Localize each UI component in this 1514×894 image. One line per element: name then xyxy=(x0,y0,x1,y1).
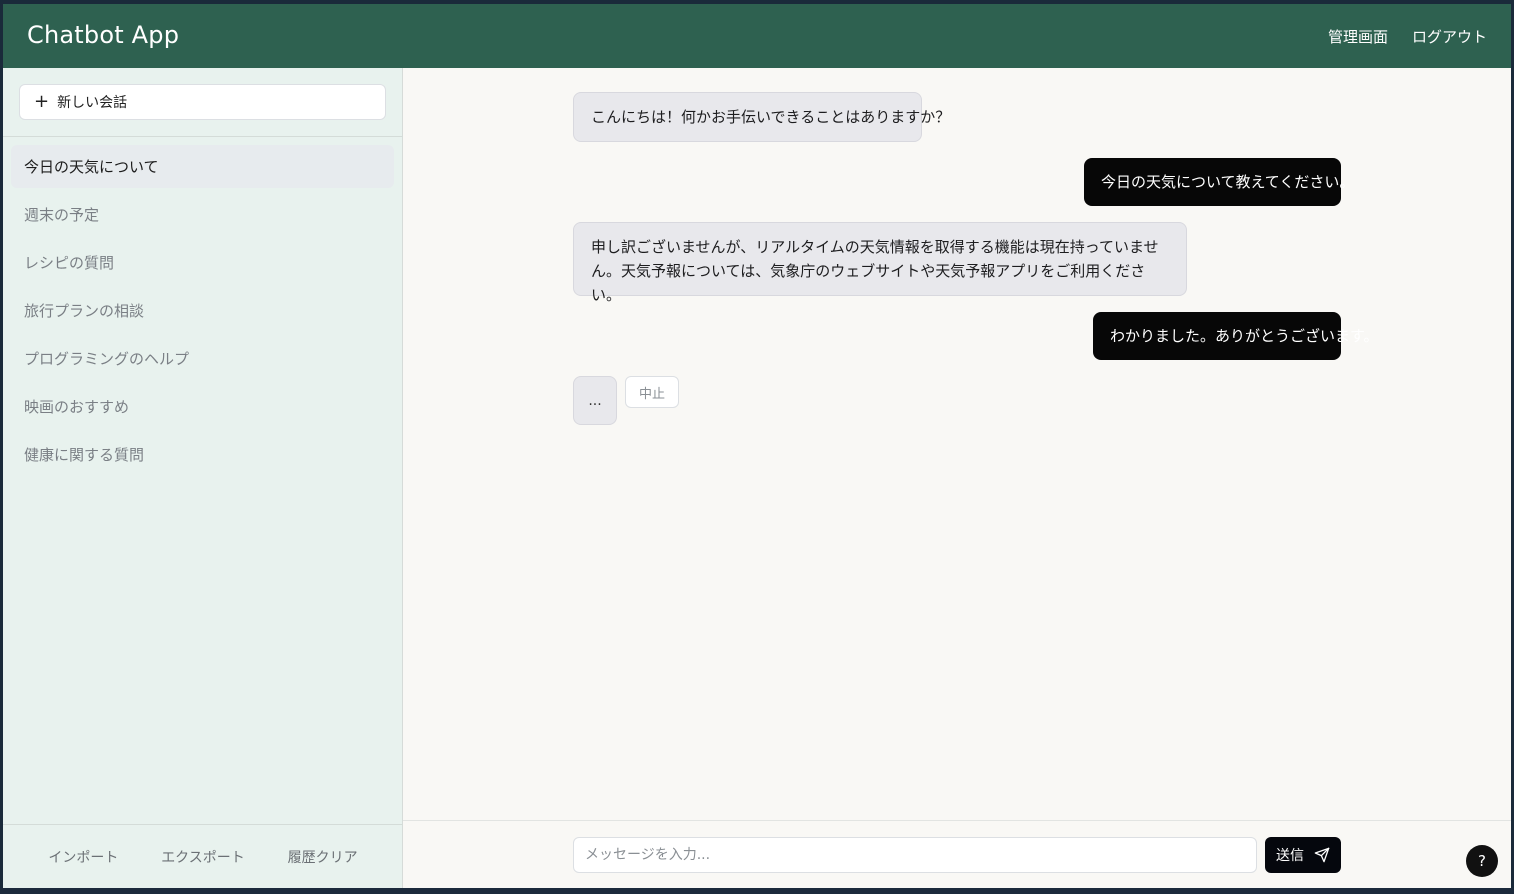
send-icon xyxy=(1314,847,1330,863)
app-header: Chatbot App 管理画面 ログアウト xyxy=(3,4,1511,68)
help-button[interactable]: ? xyxy=(1466,845,1498,877)
stop-button[interactable]: 中止 xyxy=(625,376,679,408)
conversation-item[interactable]: プログラミングのヘルプ xyxy=(11,337,394,380)
send-button[interactable]: 送信 xyxy=(1265,837,1341,873)
user-message: 今日の天気について教えてください。 xyxy=(1084,158,1354,206)
conversation-item[interactable]: 映画のおすすめ xyxy=(11,385,394,428)
logout-link[interactable]: ログアウト xyxy=(1412,26,1487,47)
composer: 送信 ? xyxy=(403,820,1511,888)
conversation-item[interactable]: 旅行プランの相談 xyxy=(11,289,394,332)
taskbar-strip xyxy=(0,888,1514,894)
divider xyxy=(3,136,403,137)
clear-history-button[interactable]: 履歴クリア xyxy=(288,847,358,867)
chat-area: こんにちは！何かお手伝いできることはありますか？ 今日の天気について教えてくださ… xyxy=(403,68,1511,888)
conversation-list: 今日の天気について 週末の予定 レシピの質問 旅行プランの相談 プログラミングの… xyxy=(11,145,394,481)
app-window: Chatbot App 管理画面 ログアウト + 新しい会話 今日の天気について… xyxy=(3,4,1511,888)
new-chat-label: 新しい会話 xyxy=(57,95,128,111)
conversation-item[interactable]: レシピの質問 xyxy=(11,241,394,284)
conversation-item[interactable]: 週末の予定 xyxy=(11,193,394,236)
user-message: わかりました。ありがとうございます。 xyxy=(1093,312,1379,360)
header-nav: 管理画面 ログアウト xyxy=(1328,26,1487,47)
assistant-message: 申し訳ございませんが、リアルタイムの天気情報を取得する機能は現在持っていません。… xyxy=(573,222,1187,304)
conversation-item-active[interactable]: 今日の天気について xyxy=(11,145,394,188)
assistant-message: こんにちは！何かお手伝いできることはありますか？ xyxy=(573,92,950,142)
app-title: Chatbot App xyxy=(27,21,180,49)
new-chat-button[interactable]: + 新しい会話 xyxy=(19,84,386,120)
typing-indicator: ... xyxy=(573,376,617,425)
sidebar-footer: インポート エクスポート 履歴クリア xyxy=(3,824,403,888)
export-button[interactable]: エクスポート xyxy=(161,847,245,867)
admin-link[interactable]: 管理画面 xyxy=(1328,26,1388,47)
send-label: 送信 xyxy=(1276,848,1304,864)
message-input[interactable] xyxy=(573,837,1257,873)
import-button[interactable]: インポート xyxy=(48,847,118,867)
sidebar: + 新しい会話 今日の天気について 週末の予定 レシピの質問 旅行プランの相談 … xyxy=(3,68,403,888)
plus-icon: + xyxy=(34,91,50,112)
conversation-item[interactable]: 健康に関する質問 xyxy=(11,433,394,476)
